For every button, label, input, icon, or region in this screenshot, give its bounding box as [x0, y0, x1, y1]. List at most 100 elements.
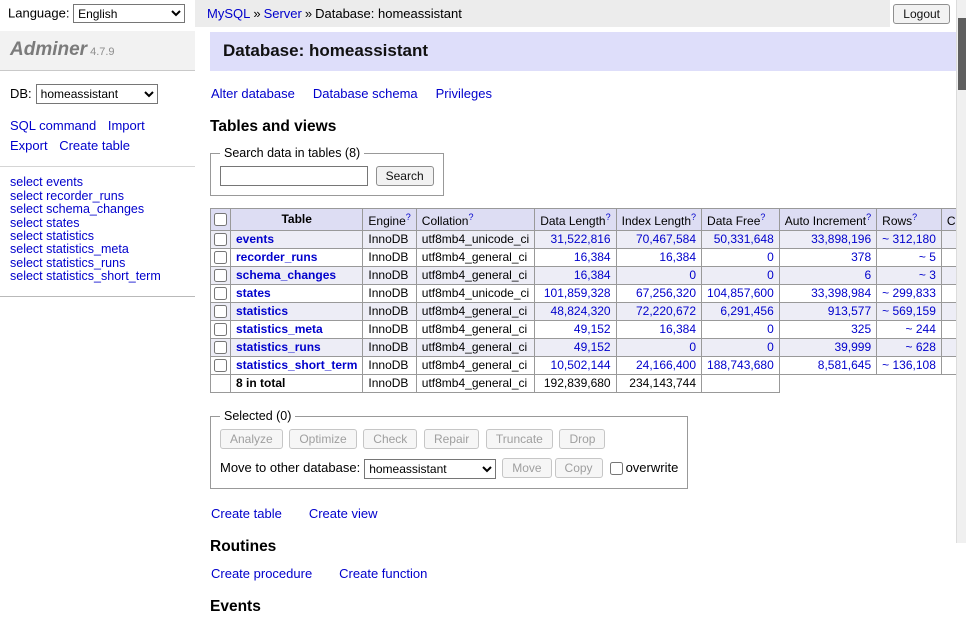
data-length-link[interactable]: 10,502,144 [551, 358, 611, 372]
row-checkbox-statistics-runs[interactable] [214, 341, 227, 354]
language-select[interactable]: English [73, 4, 185, 23]
auto-increment-link[interactable]: 378 [851, 250, 871, 264]
sidebar-select-statistics[interactable]: select statistics [10, 230, 185, 243]
table-link-schema-changes[interactable]: schema_changes [236, 268, 336, 282]
sidebar-select-statistics-runs[interactable]: select statistics_runs [10, 257, 185, 270]
table-link-statistics-short-term[interactable]: statistics_short_term [236, 358, 357, 372]
search-button[interactable]: Search [376, 166, 434, 186]
index-length-link[interactable]: 24,166,400 [636, 358, 696, 372]
sidebar-select-statistics-short-term[interactable]: select statistics_short_term [10, 270, 185, 283]
check-button[interactable]: Check [363, 429, 417, 449]
row-checkbox-statistics-short-term[interactable] [214, 359, 227, 372]
vertical-scrollbar[interactable] [956, 0, 966, 543]
data-length-link[interactable]: 49,152 [574, 340, 611, 354]
column-help-icon[interactable]: ? [912, 212, 917, 222]
auto-increment-link[interactable]: 33,898,196 [811, 232, 871, 246]
index-length-link[interactable]: 16,384 [659, 322, 696, 336]
search-input[interactable] [220, 166, 368, 186]
row-checkbox-schema-changes[interactable] [214, 269, 227, 282]
alter-database-link[interactable]: Alter database [211, 86, 295, 101]
index-length-link[interactable]: 70,467,584 [636, 232, 696, 246]
sidebar-link-sql-command[interactable]: SQL command [10, 118, 96, 133]
rows-link[interactable]: ~ 312,180 [882, 232, 936, 246]
data-length-link[interactable]: 16,384 [574, 250, 611, 264]
row-checkbox-statistics-meta[interactable] [214, 323, 227, 336]
rows-link[interactable]: ~ 244 [906, 322, 936, 336]
index-length-link[interactable]: 0 [689, 340, 696, 354]
data-free-link[interactable]: 0 [767, 250, 774, 264]
move-db-select[interactable]: homeassistant [364, 459, 496, 479]
sidebar-link-export[interactable]: Export [10, 138, 48, 153]
column-help-icon[interactable]: ? [606, 212, 611, 222]
optimize-button[interactable]: Optimize [289, 429, 356, 449]
select-all-checkbox[interactable] [214, 213, 227, 226]
column-help-icon[interactable]: ? [866, 212, 871, 222]
adminer-logo[interactable]: Adminer4.7.9 [0, 31, 195, 71]
copy-button[interactable]: Copy [555, 458, 603, 478]
sidebar-link-import[interactable]: Import [108, 118, 145, 133]
data-free-link[interactable]: 0 [767, 322, 774, 336]
create-table-link[interactable]: Create table [211, 506, 282, 521]
breadcrumb-driver-link[interactable]: MySQL [207, 6, 250, 21]
index-length-link[interactable]: 67,256,320 [636, 286, 696, 300]
data-free-link[interactable]: 104,857,600 [707, 286, 774, 300]
sidebar-select-events[interactable]: select events [10, 176, 185, 189]
data-length-link[interactable]: 31,522,816 [551, 232, 611, 246]
table-link-events[interactable]: events [236, 232, 274, 246]
sidebar-select-recorder-runs[interactable]: select recorder_runs [10, 190, 185, 203]
repair-button[interactable]: Repair [424, 429, 479, 449]
data-free-link[interactable]: 0 [767, 268, 774, 282]
sidebar-select-states[interactable]: select states [10, 217, 185, 230]
logout-button[interactable]: Logout [893, 4, 950, 24]
data-length-link[interactable]: 48,824,320 [551, 304, 611, 318]
index-length-link[interactable]: 72,220,672 [636, 304, 696, 318]
column-help-icon[interactable]: ? [468, 212, 473, 222]
index-length-link[interactable]: 0 [689, 268, 696, 282]
create-function-link[interactable]: Create function [339, 566, 427, 581]
column-help-icon[interactable]: ? [406, 212, 411, 222]
analyze-button[interactable]: Analyze [220, 429, 283, 449]
row-checkbox-states[interactable] [214, 287, 227, 300]
sidebar-link-create-table[interactable]: Create table [59, 138, 130, 153]
data-free-link[interactable]: 50,331,648 [714, 232, 774, 246]
truncate-button[interactable]: Truncate [486, 429, 553, 449]
create-procedure-link[interactable]: Create procedure [211, 566, 312, 581]
privileges-link[interactable]: Privileges [436, 86, 492, 101]
data-length-link[interactable]: 49,152 [574, 322, 611, 336]
data-length-link[interactable]: 101,859,328 [544, 286, 611, 300]
auto-increment-link[interactable]: 33,398,984 [811, 286, 871, 300]
data-length-link[interactable]: 16,384 [574, 268, 611, 282]
rows-link[interactable]: ~ 628 [906, 340, 936, 354]
db-select[interactable]: homeassistant [36, 84, 158, 104]
drop-button[interactable]: Drop [559, 429, 605, 449]
index-length-link[interactable]: 16,384 [659, 250, 696, 264]
auto-increment-link[interactable]: 8,581,645 [818, 358, 871, 372]
table-link-statistics[interactable]: statistics [236, 304, 288, 318]
row-checkbox-statistics[interactable] [214, 305, 227, 318]
database-schema-link[interactable]: Database schema [313, 86, 418, 101]
row-checkbox-events[interactable] [214, 233, 227, 246]
data-free-link[interactable]: 0 [767, 340, 774, 354]
rows-link[interactable]: ~ 5 [919, 250, 936, 264]
table-link-states[interactable]: states [236, 286, 271, 300]
rows-link[interactable]: ~ 299,833 [882, 286, 936, 300]
table-link-statistics-meta[interactable]: statistics_meta [236, 322, 323, 336]
breadcrumb-server-link[interactable]: Server [264, 6, 302, 21]
create-view-link[interactable]: Create view [309, 506, 378, 521]
rows-link[interactable]: ~ 3 [919, 268, 936, 282]
auto-increment-link[interactable]: 6 [864, 268, 871, 282]
data-free-link[interactable]: 188,743,680 [707, 358, 774, 372]
overwrite-label[interactable]: overwrite [610, 460, 679, 475]
table-link-recorder-runs[interactable]: recorder_runs [236, 250, 317, 264]
scrollbar-thumb[interactable] [958, 18, 966, 90]
rows-link[interactable]: ~ 136,108 [882, 358, 936, 372]
sidebar-select-schema-changes[interactable]: select schema_changes [10, 203, 185, 216]
auto-increment-link[interactable]: 325 [851, 322, 871, 336]
overwrite-checkbox[interactable] [610, 462, 623, 475]
data-free-link[interactable]: 6,291,456 [720, 304, 773, 318]
column-help-icon[interactable]: ? [691, 212, 696, 222]
auto-increment-link[interactable]: 913,577 [828, 304, 871, 318]
rows-link[interactable]: ~ 569,159 [882, 304, 936, 318]
auto-increment-link[interactable]: 39,999 [834, 340, 871, 354]
table-link-statistics-runs[interactable]: statistics_runs [236, 340, 321, 354]
